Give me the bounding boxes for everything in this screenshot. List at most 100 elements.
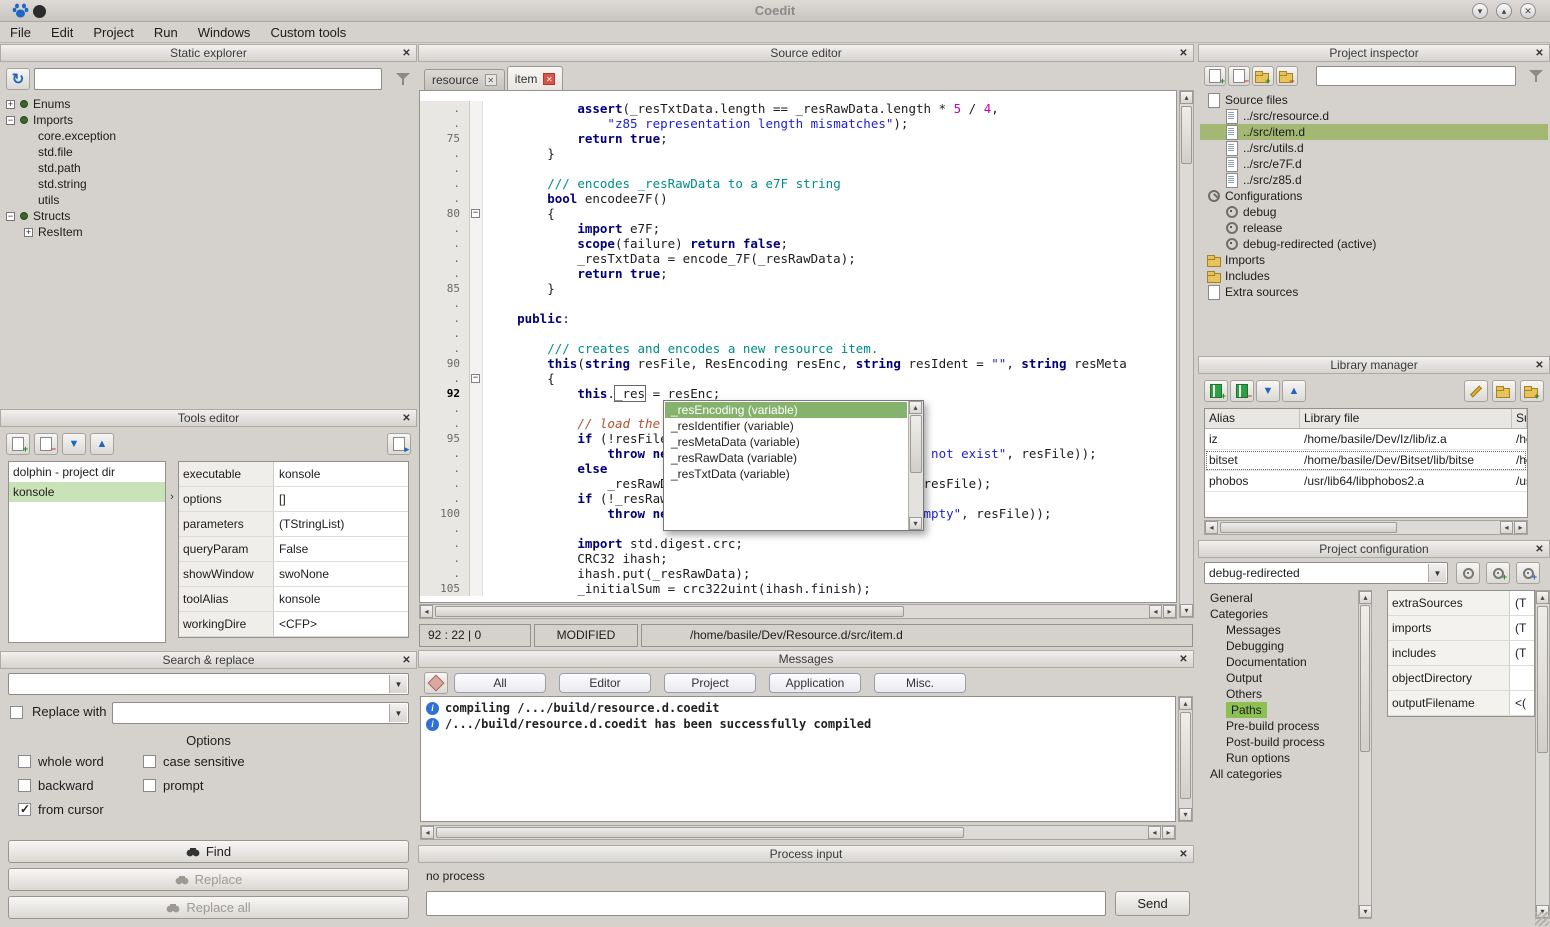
maximize-icon[interactable]: ▴: [1496, 3, 1512, 19]
add-source-button[interactable]: +: [1204, 66, 1226, 86]
configuration-scrollbar[interactable]: ▴▾: [1535, 590, 1550, 919]
property-row[interactable]: showWindowswoNone: [179, 562, 408, 587]
category-item[interactable]: Documentation: [1204, 654, 1356, 670]
property-row[interactable]: includes(T: [1388, 641, 1534, 666]
remove-library-button[interactable]: −: [1230, 380, 1254, 402]
scroll-right-icon[interactable]: ▸: [1163, 605, 1176, 618]
chevron-down-icon[interactable]: ▼: [389, 675, 407, 693]
tree-item[interactable]: Includes: [1200, 268, 1548, 284]
tree-item[interactable]: ../src/z85.d: [1200, 172, 1548, 188]
property-value[interactable]: swoNone: [274, 562, 408, 586]
option-backward[interactable]: backward: [18, 778, 143, 793]
code-line[interactable]: .: [420, 296, 1176, 311]
property-row[interactable]: parameters(TStringList): [179, 512, 408, 537]
property-value[interactable]: (TStringList): [274, 512, 408, 536]
fold-collapse-icon[interactable]: −: [471, 209, 480, 218]
categories-scrollbar[interactable]: ▴▾: [1358, 590, 1372, 919]
property-value[interactable]: <(: [1510, 691, 1534, 715]
tree-item[interactable]: debug-redirected (active): [1200, 236, 1548, 252]
checkbox[interactable]: [18, 803, 31, 816]
close-icon[interactable]: ✕: [1520, 3, 1536, 19]
library-horizontal-scrollbar[interactable]: ◂◂▸: [1204, 520, 1528, 535]
code-line[interactable]: . CRC32 ihash;: [420, 551, 1176, 566]
tab-item[interactable]: item✕: [507, 66, 564, 90]
export-tool-button[interactable]: ▸: [387, 433, 411, 455]
tree-item[interactable]: ../src/item.d: [1200, 124, 1548, 140]
tree-item[interactable]: −Structs: [2, 208, 415, 224]
close-panel-icon[interactable]: ✕: [1177, 653, 1190, 666]
code-line[interactable]: . /// creates and encodes a new resource…: [420, 341, 1176, 356]
messages-vertical-scrollbar[interactable]: ▴▾: [1178, 696, 1193, 822]
code-line[interactable]: .: [420, 161, 1176, 176]
find-button[interactable]: Find: [8, 840, 409, 863]
property-row[interactable]: options[]: [179, 487, 408, 512]
property-value[interactable]: konsole: [274, 462, 408, 486]
filter-icon[interactable]: [1528, 68, 1544, 84]
property-row[interactable]: outputFilename<(: [1388, 691, 1534, 716]
scroll-right-icon[interactable]: ▸: [1514, 521, 1527, 534]
tab-close-icon[interactable]: ✕: [485, 74, 497, 86]
completion-item[interactable]: _resEncoding (variable): [665, 402, 907, 418]
code-line[interactable]: . assert(_resTxtData.length == _resRawDa…: [420, 101, 1176, 116]
scroll-down-icon[interactable]: ▾: [1179, 808, 1192, 821]
close-panel-icon[interactable]: ✕: [1533, 359, 1546, 372]
menu-edit[interactable]: Edit: [41, 22, 83, 43]
move-library-up-button[interactable]: ▲: [1282, 380, 1306, 402]
tree-item[interactable]: ../src/utils.d: [1200, 140, 1548, 156]
property-value[interactable]: <CFP>: [274, 612, 408, 636]
messages-filter-project[interactable]: Project: [664, 673, 756, 693]
open-library-file-button[interactable]: [1492, 380, 1516, 402]
completion-item[interactable]: _resIdentifier (variable): [665, 418, 907, 434]
checkbox[interactable]: [143, 779, 156, 792]
tree-item[interactable]: Source files: [1200, 92, 1548, 108]
menu-project[interactable]: Project: [83, 22, 143, 43]
scroll-left-icon[interactable]: ◂: [1148, 826, 1161, 839]
scroll-left-icon[interactable]: ◂: [1149, 605, 1162, 618]
tree-item[interactable]: +ResItem: [2, 224, 415, 240]
tree-item[interactable]: utils: [2, 192, 415, 208]
scroll-left-icon[interactable]: ◂: [420, 605, 433, 618]
splitter-handle[interactable]: ›: [167, 487, 177, 507]
code-line[interactable]: . import std.digest.crc;: [420, 536, 1176, 551]
refresh-symbols-button[interactable]: ↻: [6, 68, 30, 90]
code-line[interactable]: 75 return true;: [420, 131, 1176, 146]
add-folder-button[interactable]: +: [1252, 66, 1274, 86]
move-library-down-button[interactable]: ▼: [1256, 380, 1280, 402]
collapse-icon[interactable]: −: [6, 212, 15, 221]
send-button[interactable]: Send: [1115, 891, 1190, 916]
search-term-combo[interactable]: ▼: [8, 673, 409, 695]
messages-horizontal-scrollbar[interactable]: ◂◂▸: [420, 825, 1176, 840]
category-item[interactable]: Run options: [1204, 750, 1356, 766]
clear-messages-button[interactable]: [424, 672, 448, 694]
code-line[interactable]: . scope(failure) return false;: [420, 236, 1176, 251]
scrollbar-thumb[interactable]: [1181, 106, 1192, 164]
resize-grip[interactable]: [1535, 912, 1549, 926]
property-value[interactable]: False: [274, 537, 408, 561]
property-value[interactable]: konsole: [274, 587, 408, 611]
tree-item[interactable]: ../src/resource.d: [1200, 108, 1548, 124]
close-panel-icon[interactable]: ✕: [1177, 47, 1190, 60]
close-panel-icon[interactable]: ✕: [400, 654, 413, 667]
property-row[interactable]: extraSources(T: [1388, 591, 1534, 616]
close-panel-icon[interactable]: ✕: [1533, 47, 1546, 60]
symbol-filter-input[interactable]: [34, 68, 382, 90]
expand-icon[interactable]: +: [6, 100, 15, 109]
category-item[interactable]: Messages: [1204, 622, 1356, 638]
completion-item[interactable]: _resRawData (variable): [665, 450, 907, 466]
code-line[interactable]: . /// encodes _resRawData to a e7F strin…: [420, 176, 1176, 191]
property-row[interactable]: executablekonsole: [179, 462, 408, 487]
code-line[interactable]: .: [420, 326, 1176, 341]
messages-filter-editor[interactable]: Editor: [559, 673, 651, 693]
edit-library-button[interactable]: [1464, 380, 1488, 402]
replace-all-button[interactable]: Replace all: [8, 896, 409, 919]
column-header[interactable]: Su: [1512, 409, 1527, 428]
process-input-field[interactable]: [426, 891, 1106, 916]
close-panel-icon[interactable]: ✕: [1533, 543, 1546, 556]
category-item[interactable]: Debugging: [1204, 638, 1356, 654]
menu-run[interactable]: Run: [144, 22, 188, 43]
sync-configuration-button[interactable]: [1456, 562, 1480, 584]
scroll-up-icon[interactable]: ▴: [909, 401, 922, 414]
scrollbar-thumb[interactable]: [1180, 712, 1191, 799]
code-line[interactable]: 85 }: [420, 281, 1176, 296]
option-from-cursor[interactable]: from cursor: [18, 802, 143, 817]
